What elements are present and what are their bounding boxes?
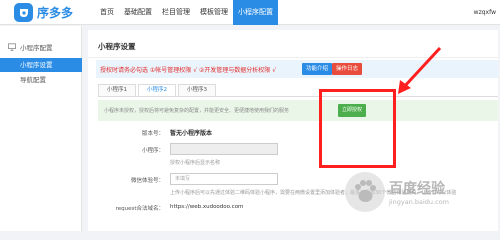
baidu-paw-icon — [345, 172, 385, 212]
watermark-url: jingyan.baidu.com — [389, 198, 449, 206]
watermark-title: 百度经验 — [389, 181, 445, 197]
baidu-jingyan-watermark: 百度经验 jingyan.baidu.com — [345, 172, 449, 212]
